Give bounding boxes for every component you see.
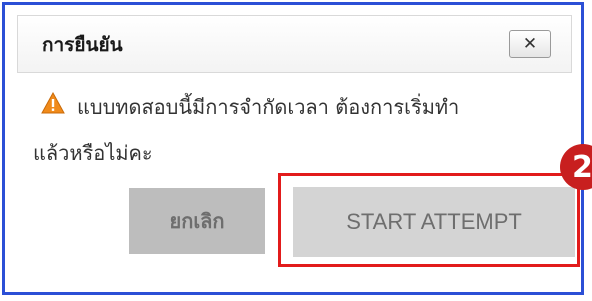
dialog-title: การยืนยัน [42, 34, 123, 56]
dialog-title-bar: การยืนยัน ✕ [17, 15, 572, 73]
dialog-message-line-1: แบบทดสอบนี้มีการจำกัดเวลา ต้องการเริ่มทำ [77, 95, 460, 119]
cancel-button[interactable]: ยกเลิก [129, 188, 265, 254]
close-icon: ✕ [522, 34, 538, 54]
start-attempt-highlight [278, 173, 580, 267]
dialog-message-line-2: แล้วหรือไม่คะ [33, 141, 153, 165]
warning-triangle-icon [41, 92, 65, 114]
close-button[interactable]: ✕ [509, 30, 551, 58]
